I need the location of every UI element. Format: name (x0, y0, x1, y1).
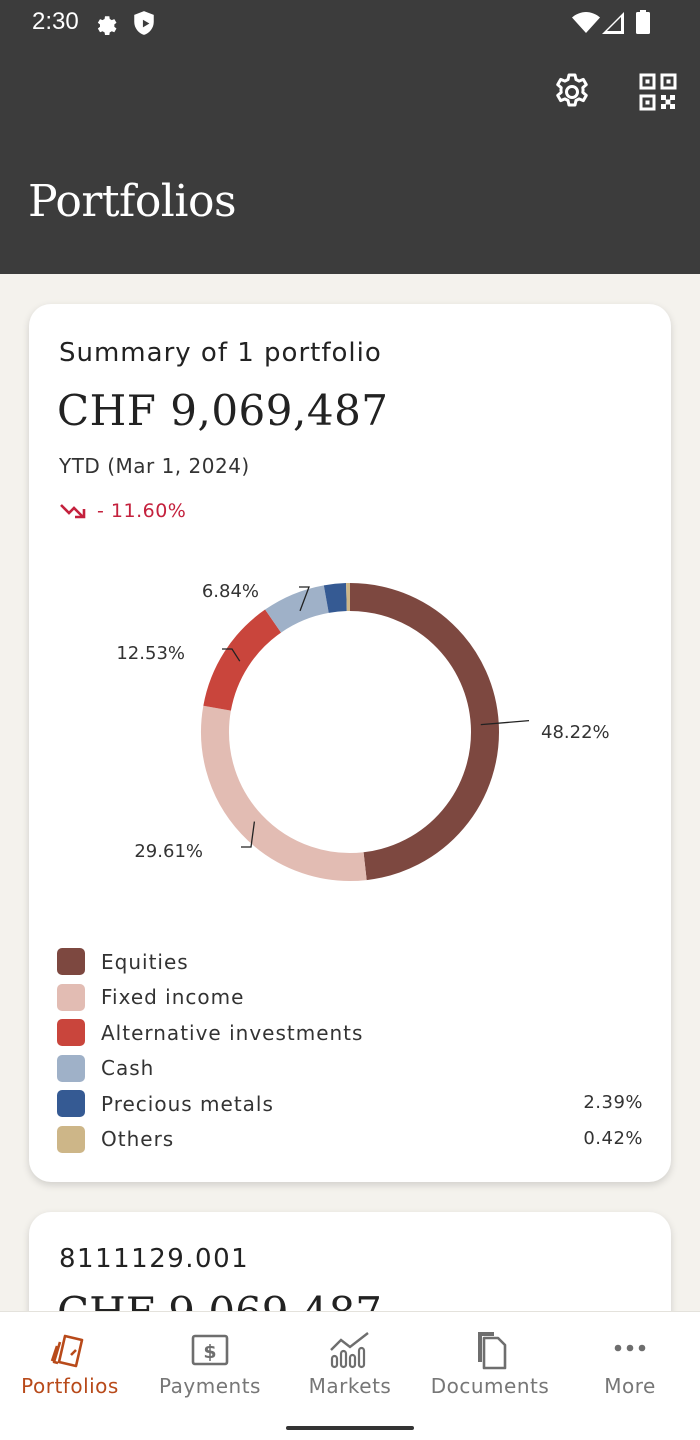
donut-slice-alternative-investments (203, 609, 282, 712)
svg-text:$: $ (203, 1341, 216, 1363)
summary-title: Summary of 1 portfolio (59, 338, 382, 368)
home-indicator (286, 1426, 414, 1430)
page-title: Portfolios (28, 176, 237, 227)
wifi-icon (572, 12, 600, 33)
legend-swatch (57, 1125, 85, 1153)
payments-icon: $ (191, 1334, 229, 1366)
legend-item-precious-metals: Precious metals 2.39% (57, 1086, 643, 1122)
gear-icon[interactable] (552, 72, 592, 112)
summary-change: - 11.60% (59, 500, 186, 522)
legend-label: Alternative investments (101, 1020, 364, 1045)
summary-ytd: YTD (Mar 1, 2024) (59, 454, 250, 478)
allocation-legend: Equities Fixed income Alternative invest… (57, 944, 643, 1157)
legend-label: Others (101, 1127, 175, 1152)
markets-chart-icon (330, 1332, 369, 1369)
donut-slice-fixed-income (201, 705, 367, 881)
battery-icon (636, 10, 650, 34)
legend-value-others: 0.42% (583, 1127, 643, 1149)
legend-item-others: Others 0.42% (57, 1122, 643, 1158)
qr-code-icon[interactable] (638, 72, 678, 112)
documents-icon (478, 1332, 507, 1370)
donut-slice-equities (349, 583, 499, 881)
legend-label: Precious metals (101, 1091, 274, 1116)
account-number: 8111129.001 (59, 1244, 250, 1274)
trend-down-icon (60, 504, 86, 519)
nav-label: Payments (159, 1374, 261, 1398)
nav-label: Portfolios (21, 1374, 119, 1398)
legend-label: Cash (101, 1056, 155, 1081)
legend-item-cash: Cash (57, 1051, 643, 1087)
legend-swatch (57, 1090, 85, 1118)
donut-label-cash: 6.84% (202, 581, 259, 602)
donut-slice-precious-metals (323, 583, 348, 613)
shield-status-icon (134, 11, 154, 35)
legend-swatch (57, 983, 85, 1011)
nav-item-portfolios[interactable]: Portfolios (0, 1312, 140, 1412)
nav-item-more[interactable]: More (560, 1312, 700, 1412)
nav-label: Documents (430, 1374, 550, 1398)
nav-item-payments[interactable]: $ Payments (140, 1312, 280, 1412)
portfolio-summary-card[interactable]: Summary of 1 portfolio CHF 9,069,487 YTD… (29, 304, 671, 1182)
legend-item-fixed-income: Fixed income (57, 980, 643, 1016)
signal-icon (602, 12, 624, 34)
donut-label-equities: 48.22% (541, 722, 610, 743)
legend-swatch (57, 1019, 85, 1047)
allocation-donut-chart: 48.22% 29.61% 12.53% 6.84% (116, 581, 610, 881)
nav-item-markets[interactable]: Markets (280, 1312, 420, 1412)
app-header: 2:30 Portfolios (0, 0, 700, 274)
bottom-navigation: Portfolios $ Payments Markets Documents (0, 1311, 700, 1440)
summary-change-value: - 11.60% (97, 500, 187, 522)
nav-label: More (604, 1374, 656, 1398)
donut-label-fixed-income: 29.61% (134, 841, 203, 862)
settings-status-icon (97, 16, 117, 36)
legend-swatch (57, 1054, 85, 1082)
legend-label: Equities (101, 949, 189, 974)
status-bar: 2:30 (0, 0, 700, 46)
more-dots-icon (614, 1344, 646, 1352)
legend-value-precious-metals: 2.39% (583, 1092, 643, 1113)
legend-item-alternative-investments: Alternative investments (57, 1015, 643, 1051)
legend-item-equities: Equities (57, 944, 643, 980)
donut-label-alternative-investments: 12.53% (116, 643, 185, 664)
nav-label: Markets (308, 1374, 392, 1398)
legend-label: Fixed income (101, 985, 245, 1010)
summary-amount: CHF 9,069,487 (57, 386, 389, 435)
legend-swatch (57, 948, 85, 976)
portfolio-cards-icon (50, 1334, 84, 1368)
nav-item-documents[interactable]: Documents (420, 1312, 560, 1412)
status-time: 2:30 (32, 8, 79, 35)
